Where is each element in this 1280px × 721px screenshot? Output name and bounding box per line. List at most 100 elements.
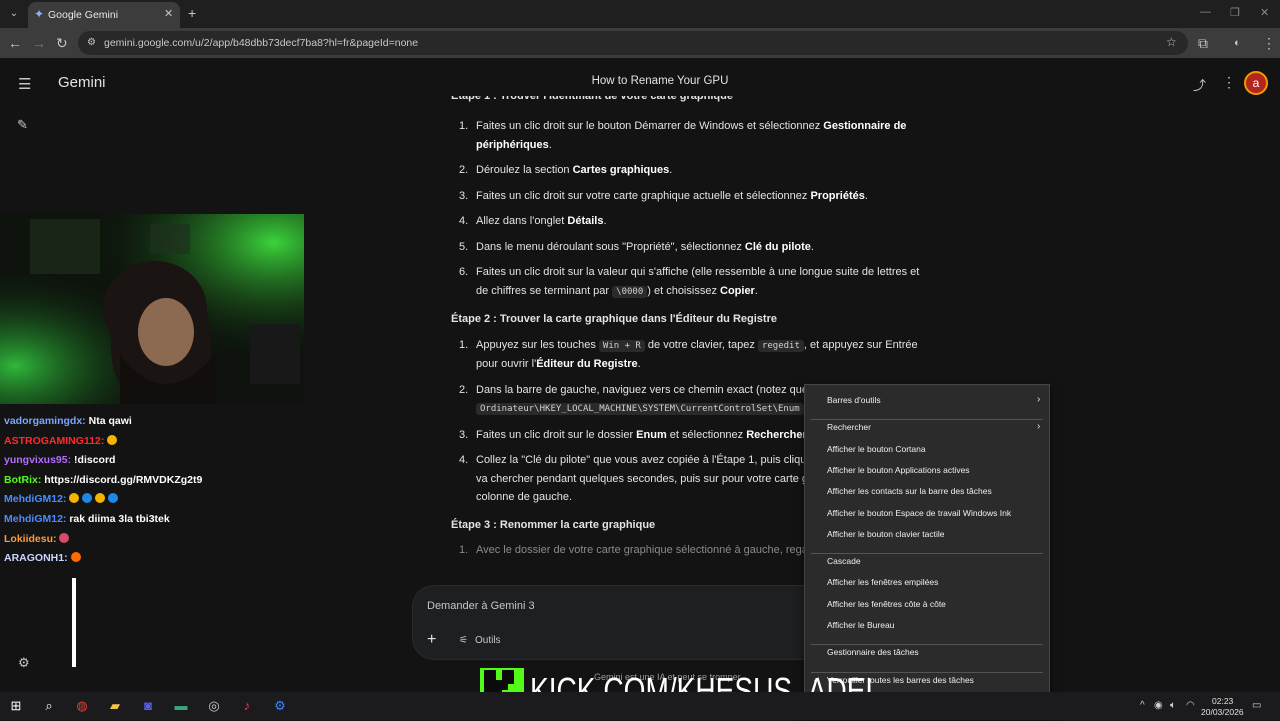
back-icon[interactable]: ← xyxy=(8,35,22,51)
step1-list: 1. Faites un clic droit sur le bouton Dém… xyxy=(451,117,921,301)
chat-message: vadorgamingdx: Nta qawi xyxy=(4,412,304,432)
tab-close-icon[interactable]: ✕ xyxy=(164,7,173,20)
list-item: 6. Faites un clic droit sur la valeur qui… xyxy=(451,263,921,301)
address-bar[interactable]: ⚙ gemini.google.com/u/2/app/b48dbb73decf… xyxy=(78,31,1188,55)
tab-search-icon[interactable]: ⌄ xyxy=(6,6,22,22)
emote-icon xyxy=(69,493,80,504)
forward-icon[interactable]: → xyxy=(32,35,46,51)
submenu-arrow-icon: › xyxy=(1037,421,1041,433)
extensions-icon[interactable]: ⧉ xyxy=(1198,35,1208,51)
chat-username[interactable]: BotRix: xyxy=(4,474,44,486)
chat-username[interactable]: Lokiidesu: xyxy=(4,533,59,545)
settings-icon[interactable]: ⚙ xyxy=(18,655,30,671)
add-attachment-icon[interactable]: + xyxy=(427,631,436,649)
context-menu-item[interactable]: Afficher les fenêtres empilées xyxy=(827,577,938,587)
list-number: 3. xyxy=(459,189,469,202)
emote-icon xyxy=(95,493,106,504)
prompt-input[interactable]: Demander à Gemini 3 xyxy=(427,600,535,612)
list-text: Allez dans l'onglet Détails. xyxy=(476,215,607,227)
context-menu-item[interactable]: Gestionnaire des tâches xyxy=(827,647,919,657)
list-number: 2. xyxy=(459,383,469,396)
list-number: 3. xyxy=(459,428,469,441)
list-number: 1. xyxy=(459,544,469,556)
discord-icon[interactable]: ◙ xyxy=(139,697,157,715)
list-number: 6. xyxy=(459,266,469,278)
context-menu-item[interactable]: Afficher le Bureau xyxy=(827,620,894,630)
search-icon[interactable]: ⌕ xyxy=(40,697,58,715)
context-menu-item[interactable]: Afficher les contacts sur la barre des t… xyxy=(827,486,992,496)
more-options-icon[interactable]: ⋮ xyxy=(1222,74,1236,91)
chat-text: rak diima 3la tbi3tek xyxy=(69,512,170,525)
close-window-icon[interactable]: ✕ xyxy=(1260,6,1269,19)
chat-text: Nta qawi xyxy=(88,415,132,427)
emote-icon xyxy=(59,532,70,543)
tiktok-icon[interactable]: ♪ xyxy=(238,697,256,715)
obs-icon[interactable]: ◎ xyxy=(205,697,223,715)
wifi-icon[interactable]: ◠ xyxy=(1186,700,1195,711)
chat-message: ARAGONH1: xyxy=(4,549,304,569)
speaker-icon[interactable]: 🔈︎ xyxy=(1170,700,1176,711)
chrome-icon[interactable]: ◍ xyxy=(73,697,91,715)
chat-username[interactable]: yungvixus95: xyxy=(4,454,74,466)
chrome-menu-icon[interactable]: ⋮ xyxy=(1262,35,1276,51)
list-text: Faites un clic droit sur votre carte gra… xyxy=(476,189,868,202)
chat-username[interactable]: ARAGONH1: xyxy=(4,552,71,564)
list-item: 1. Faites un clic droit sur le bouton Dém… xyxy=(451,117,921,154)
gemini-favicon-icon: ✦ xyxy=(34,7,45,21)
tools-button[interactable]: Outils xyxy=(475,635,501,646)
browser-tab[interactable]: ✦ Google Gemini ✕ xyxy=(28,2,180,28)
list-text: Avec le dossier de votre carte graphique… xyxy=(476,544,808,556)
context-menu-item[interactable]: Afficher le bouton Cortana xyxy=(827,444,926,454)
chat-message: MehdiGM12: xyxy=(4,490,304,510)
context-menu-item[interactable]: Afficher le bouton Espace de travail Win… xyxy=(827,508,1011,518)
list-item: 4. Allez dans l'onglet Détails. xyxy=(451,212,921,231)
minimize-icon[interactable]: — xyxy=(1200,6,1211,18)
tools-icon[interactable]: ⚟ xyxy=(459,635,468,646)
new-tab-icon[interactable]: + xyxy=(188,6,196,20)
share-icon[interactable]: ⤴ xyxy=(1193,75,1206,94)
list-item: 1. Appuyez sur les touches Win + R de vot… xyxy=(451,336,921,374)
clock-time[interactable]: 02:23 xyxy=(1212,696,1233,706)
context-menu-item[interactable]: Afficher le bouton Applications actives xyxy=(827,465,970,475)
emote-icon xyxy=(108,493,119,504)
windows-start-icon[interactable]: ⊞ xyxy=(7,697,25,715)
chat-message: ASTROGAMING112: xyxy=(4,432,304,452)
new-chat-icon[interactable]: ✎ xyxy=(17,117,28,133)
list-text: Dans le menu déroulant sous "Propriété",… xyxy=(476,240,814,253)
steam-icon[interactable]: ⚙ xyxy=(271,697,289,715)
chat-username[interactable]: MehdiGM12: xyxy=(4,513,69,525)
list-number: 4. xyxy=(459,454,469,466)
reload-icon[interactable]: ↻ xyxy=(56,35,68,51)
step2-heading: Étape 2 : Trouver la carte graphique dan… xyxy=(451,313,777,325)
webcam-image xyxy=(0,214,304,404)
list-text: Déroulez la section Cartes graphiques. xyxy=(476,164,673,176)
context-menu-item[interactable]: Barres d'outils xyxy=(827,395,881,405)
chat-username[interactable]: ASTROGAMING112: xyxy=(4,435,107,447)
menu-separator xyxy=(811,644,1043,646)
file-explorer-icon[interactable]: ▰ xyxy=(106,697,124,715)
terminal-icon[interactable]: ▬ xyxy=(172,697,190,715)
site-info-icon[interactable]: ⚙ xyxy=(87,37,96,48)
clock-date[interactable]: 20/03/2026 xyxy=(1201,707,1244,717)
taskbar-context-menu: Barres d'outils › Rechercher › Afficher le b… xyxy=(804,384,1050,718)
context-menu-item[interactable]: Rechercher xyxy=(827,422,871,432)
bookmark-star-icon[interactable]: ☆ xyxy=(1166,35,1177,49)
chat-username[interactable]: MehdiGM12: xyxy=(4,493,69,505)
restore-icon[interactable]: ❐ xyxy=(1230,6,1240,19)
url-text[interactable]: gemini.google.com/u/2/app/b48dbb73decf7b… xyxy=(104,37,418,49)
context-menu-item[interactable]: Afficher les fenêtres côte à côte xyxy=(827,599,946,609)
emote-icon xyxy=(70,552,81,563)
steam-tray-icon[interactable]: ◉ xyxy=(1154,700,1163,711)
list-number: 2. xyxy=(459,164,469,176)
chat-username[interactable]: vadorgamingdx: xyxy=(4,415,89,427)
context-menu-item[interactable]: Cascade xyxy=(827,556,861,566)
browser-tab-bar: ⌄ ✦ Google Gemini ✕ + — ❐ ✕ xyxy=(0,0,1280,28)
notification-icon[interactable]: ▭ xyxy=(1252,700,1261,711)
context-menu-item[interactable]: Afficher le bouton clavier tactile xyxy=(827,529,945,539)
tray-chevron-icon[interactable]: ^ xyxy=(1140,700,1145,711)
profile-icon[interactable]: ◐ xyxy=(1234,35,1241,51)
tab-title: Google Gemini xyxy=(48,9,119,21)
emote-icon xyxy=(107,434,118,445)
chat-message: MehdiGM12: rak diima 3la tbi3tek xyxy=(4,510,304,530)
avatar[interactable]: a xyxy=(1244,71,1268,95)
